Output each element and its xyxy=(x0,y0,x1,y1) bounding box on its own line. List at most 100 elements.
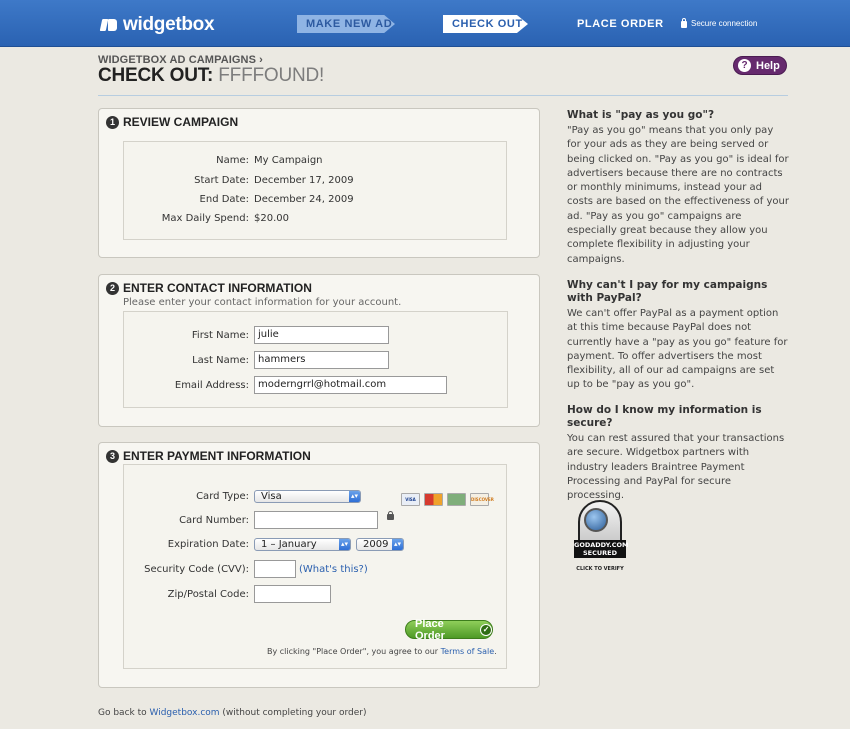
field-label: Start Date: xyxy=(194,175,249,186)
faq-paypal: Why can't I pay for my campaigns with Pa… xyxy=(567,279,789,393)
cvv-row: Security Code (CVV): (What's this?) xyxy=(124,560,368,578)
last-name-input[interactable]: hammers xyxy=(254,351,389,369)
select-arrows-icon: ▴▾ xyxy=(349,491,360,502)
first-name-input[interactable]: julie xyxy=(254,326,389,344)
amex-card-icon xyxy=(447,493,466,506)
question-icon: ? xyxy=(738,59,751,72)
field-value: December 17, 2009 xyxy=(254,175,354,186)
brand-name: widgetbox xyxy=(123,14,215,35)
seal-band-line2: SECURED xyxy=(582,549,617,557)
contact-information-section: 2 ENTER CONTACT INFORMATION Please enter… xyxy=(98,274,540,427)
cvv-label: Security Code (CVV): xyxy=(144,563,249,575)
select-arrows-icon: ▴▾ xyxy=(339,539,350,550)
widgetbox-home-link[interactable]: Widgetbox.com xyxy=(150,708,220,718)
faq-answer: We can't offer PayPal as a payment optio… xyxy=(567,308,788,391)
terms-period: . xyxy=(494,647,497,656)
card-type-value: Visa xyxy=(261,491,282,502)
cvv-help-link[interactable]: (What's this?) xyxy=(299,564,368,575)
card-type-label: Card Type: xyxy=(196,491,249,502)
review-row-start-date: Start Date: December 17, 2009 xyxy=(124,175,354,186)
select-arrows-icon: ▴▾ xyxy=(392,539,403,550)
section-heading: 3 ENTER PAYMENT INFORMATION xyxy=(106,449,311,463)
section-subtitle: Please enter your contact information fo… xyxy=(123,297,402,308)
faq-pay-as-you-go: What is "pay as you go"? "Pay as you go"… xyxy=(567,109,789,267)
section-title: REVIEW CAMPAIGN xyxy=(123,115,239,129)
visa-card-icon: VISA xyxy=(401,493,420,506)
terms-notice: By clicking "Place Order", you agree to … xyxy=(267,647,497,656)
help-button[interactable]: ? Help xyxy=(733,56,787,75)
campaign-name: FFFFOUND! xyxy=(218,65,325,86)
cvv-input[interactable] xyxy=(254,560,296,578)
seal-band-line1: GODADDY.COM xyxy=(574,541,629,549)
review-row-name: Name: My Campaign xyxy=(124,155,323,166)
place-order-button[interactable]: Place Order ✓ xyxy=(405,617,493,642)
review-row-max-daily-spend: Max Daily Spend: $20.00 xyxy=(124,213,289,224)
email-row: Email Address: moderngrrl@hotmail.com xyxy=(124,376,447,394)
faq-question: How do I know my information is secure? xyxy=(567,404,762,429)
brand-logo[interactable]: widgetbox xyxy=(101,14,215,36)
lock-icon xyxy=(681,18,687,28)
zip-input[interactable] xyxy=(254,585,331,603)
email-input[interactable]: moderngrrl@hotmail.com xyxy=(254,376,447,394)
payment-form: Card Type: Visa ▴▾ VISA DISCOVER Card Nu… xyxy=(123,464,507,669)
zip-row: Zip/Postal Code: xyxy=(124,585,331,603)
step-number-badge: 3 xyxy=(106,449,119,463)
help-label: Help xyxy=(756,59,780,72)
seal-band: GODADDY.COM SECURED xyxy=(574,540,629,558)
security-seal[interactable]: GODADDY.COM SECURED CLICK TO VERIFY xyxy=(574,500,629,580)
first-name-row: First Name: julie xyxy=(124,326,389,344)
footer-prefix: Go back to xyxy=(98,708,150,718)
step-make-new-ad[interactable]: MAKE NEW AD xyxy=(297,15,395,33)
seal-verify-label: CLICK TO VERIFY xyxy=(576,566,624,572)
faq-question: Why can't I pay for my campaigns with Pa… xyxy=(567,279,768,304)
padlock-icon xyxy=(387,511,394,520)
section-heading: 1 REVIEW CAMPAIGN xyxy=(106,115,238,129)
terms-of-sale-link[interactable]: Terms of Sale xyxy=(441,647,494,656)
section-heading: 2 ENTER CONTACT INFORMATION xyxy=(106,281,312,295)
discover-card-icon: DISCOVER xyxy=(470,493,494,506)
faq-security: How do I know my information is secure? … xyxy=(567,404,789,503)
card-number-label: Card Number: xyxy=(179,514,249,526)
secure-label: Secure connection xyxy=(691,19,758,28)
field-label: Name: xyxy=(216,155,249,166)
footer-note: Go back to Widgetbox.com (without comple… xyxy=(98,708,367,718)
field-value: My Campaign xyxy=(254,155,323,166)
globe-icon xyxy=(584,508,608,532)
faq-answer: You can rest assured that your transacti… xyxy=(567,433,785,502)
checkmark-icon: ✓ xyxy=(480,623,492,636)
footer-suffix: (without completing your order) xyxy=(219,708,367,718)
expiration-month-value: 1 – January xyxy=(261,539,317,550)
page-title: CHECK OUT: FFFFOUND! xyxy=(98,65,324,87)
step-place-order: PLACE ORDER xyxy=(577,18,664,30)
last-name-label: Last Name: xyxy=(192,354,249,366)
faq-question: What is "pay as you go"? xyxy=(567,109,715,121)
top-bar: widgetbox MAKE NEW AD CHECK OUT PLACE OR… xyxy=(0,0,850,47)
section-title: ENTER CONTACT INFORMATION xyxy=(123,281,312,295)
faq-answer: "Pay as you go" means that you only pay … xyxy=(567,125,789,265)
mastercard-card-icon xyxy=(424,493,443,506)
field-value: December 24, 2009 xyxy=(254,194,354,205)
expiration-year-value: 2009 xyxy=(363,539,389,550)
step-number-badge: 1 xyxy=(106,115,119,129)
card-number-row: Card Number: xyxy=(124,511,378,529)
expiration-year-select[interactable]: 2009 ▴▾ xyxy=(356,538,404,551)
field-label: End Date: xyxy=(199,194,249,205)
section-title: ENTER PAYMENT INFORMATION xyxy=(123,449,311,463)
step-check-out: CHECK OUT xyxy=(443,15,528,33)
card-type-select[interactable]: Visa ▴▾ xyxy=(254,490,361,503)
accepted-cards: VISA DISCOVER xyxy=(401,493,494,506)
review-campaign-section: 1 REVIEW CAMPAIGN Name: My Campaign Star… xyxy=(98,108,540,258)
contact-form: First Name: julie Last Name: hammers Ema… xyxy=(123,311,508,408)
field-value: $20.00 xyxy=(254,213,289,224)
card-type-row: Card Type: Visa ▴▾ xyxy=(124,490,361,503)
card-number-input[interactable] xyxy=(254,511,378,529)
place-order-label: Place Order xyxy=(415,617,445,642)
review-details: Name: My Campaign Start Date: December 1… xyxy=(123,141,507,240)
widgetbox-logo-icon xyxy=(101,17,117,33)
first-name-label: First Name: xyxy=(191,329,249,341)
field-label: Max Daily Spend: xyxy=(161,213,249,224)
terms-text: By clicking "Place Order", you agree to … xyxy=(267,647,441,656)
review-row-end-date: End Date: December 24, 2009 xyxy=(124,194,354,205)
expiration-label: Expiration Date: xyxy=(167,539,249,550)
expiration-month-select[interactable]: 1 – January ▴▾ xyxy=(254,538,351,551)
